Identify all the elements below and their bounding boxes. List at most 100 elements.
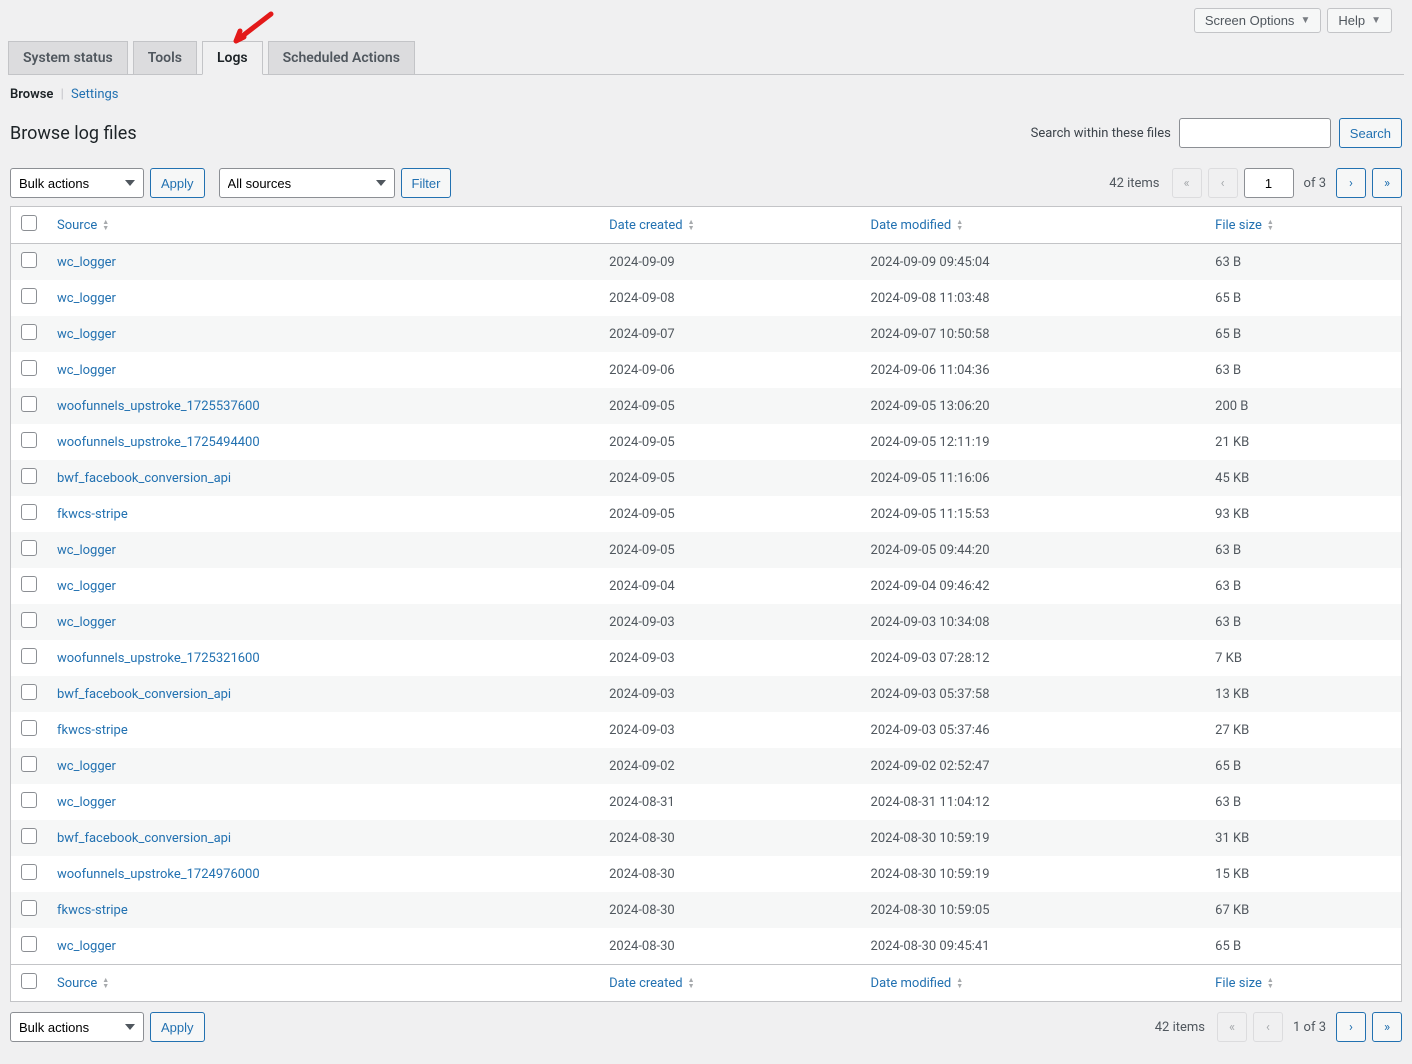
caret-down-icon: ▼ — [1300, 15, 1310, 26]
select-all-checkbox[interactable] — [21, 215, 37, 231]
source-link[interactable]: wc_logger — [57, 939, 116, 954]
source-link[interactable]: woofunnels_upstroke_1725494400 — [57, 435, 260, 450]
column-date-modified[interactable]: Date modified▲▼ — [861, 207, 1206, 244]
source-link[interactable]: fkwcs-stripe — [57, 507, 128, 522]
date-modified-cell: 2024-09-05 13:06:20 — [861, 388, 1206, 424]
row-checkbox[interactable] — [21, 936, 37, 952]
file-size-cell: 67 KB — [1205, 892, 1401, 928]
filter-button[interactable]: Filter — [401, 168, 452, 198]
column-date-modified-footer[interactable]: Date modified▲▼ — [861, 965, 1206, 1002]
date-created-cell: 2024-09-02 — [599, 748, 860, 784]
source-link[interactable]: bwf_facebook_conversion_api — [57, 471, 231, 486]
subnav-browse[interactable]: Browse — [10, 87, 53, 102]
source-link[interactable]: wc_logger — [57, 255, 116, 270]
column-file-size-footer[interactable]: File size▲▼ — [1205, 965, 1401, 1002]
source-link[interactable]: woofunnels_upstroke_1725537600 — [57, 399, 260, 414]
row-checkbox[interactable] — [21, 684, 37, 700]
row-checkbox[interactable] — [21, 720, 37, 736]
source-link[interactable]: wc_logger — [57, 579, 116, 594]
row-checkbox[interactable] — [21, 468, 37, 484]
source-link[interactable]: wc_logger — [57, 363, 116, 378]
date-modified-cell: 2024-09-03 05:37:58 — [861, 676, 1206, 712]
date-modified-cell: 2024-09-07 10:50:58 — [861, 316, 1206, 352]
column-file-size[interactable]: File size▲▼ — [1205, 207, 1401, 244]
row-checkbox[interactable] — [21, 324, 37, 340]
select-all-header[interactable] — [11, 207, 48, 244]
date-created-cell: 2024-09-07 — [599, 316, 860, 352]
file-size-cell: 63 B — [1205, 784, 1401, 820]
sort-icon: ▲▼ — [688, 219, 695, 231]
date-created-cell: 2024-08-30 — [599, 856, 860, 892]
file-size-cell: 63 B — [1205, 532, 1401, 568]
file-size-cell: 63 B — [1205, 568, 1401, 604]
search-label: Search within these files — [1031, 126, 1171, 141]
source-link[interactable]: wc_logger — [57, 543, 116, 558]
row-checkbox[interactable] — [21, 540, 37, 556]
table-row: wc_logger 2024-09-07 2024-09-07 10:50:58… — [11, 316, 1402, 352]
tab-tools[interactable]: Tools — [133, 41, 197, 74]
table-row: fkwcs-stripe 2024-09-03 2024-09-03 05:37… — [11, 712, 1402, 748]
bulk-actions-select-bottom[interactable]: Bulk actions — [10, 1012, 144, 1042]
all-sources-select[interactable]: All sources — [219, 168, 395, 198]
source-link[interactable]: wc_logger — [57, 759, 116, 774]
prev-page-button-bottom: ‹ — [1253, 1012, 1283, 1042]
file-size-cell: 65 B — [1205, 280, 1401, 316]
row-checkbox[interactable] — [21, 396, 37, 412]
apply-button[interactable]: Apply — [150, 168, 205, 198]
date-created-cell: 2024-08-30 — [599, 928, 860, 965]
source-link[interactable]: wc_logger — [57, 291, 116, 306]
row-checkbox[interactable] — [21, 792, 37, 808]
file-size-cell: 93 KB — [1205, 496, 1401, 532]
source-link[interactable]: wc_logger — [57, 795, 116, 810]
row-checkbox[interactable] — [21, 900, 37, 916]
table-row: wc_logger 2024-09-05 2024-09-05 09:44:20… — [11, 532, 1402, 568]
page-input[interactable] — [1244, 168, 1294, 198]
date-modified-cell: 2024-09-03 10:34:08 — [861, 604, 1206, 640]
bulk-actions-select[interactable]: Bulk actions — [10, 168, 144, 198]
page-text-bottom: 1 of 3 — [1293, 1020, 1326, 1035]
search-button[interactable]: Search — [1339, 118, 1402, 148]
source-link[interactable]: woofunnels_upstroke_1725321600 — [57, 651, 260, 666]
column-date-created[interactable]: Date created▲▼ — [599, 207, 860, 244]
row-checkbox[interactable] — [21, 288, 37, 304]
row-checkbox[interactable] — [21, 576, 37, 592]
tab-scheduled-actions[interactable]: Scheduled Actions — [268, 41, 415, 74]
date-modified-cell: 2024-09-02 02:52:47 — [861, 748, 1206, 784]
tab-logs[interactable]: Logs — [202, 41, 263, 75]
source-link[interactable]: fkwcs-stripe — [57, 723, 128, 738]
select-all-footer[interactable] — [11, 965, 48, 1002]
select-all-checkbox-footer[interactable] — [21, 973, 37, 989]
tab-system-status[interactable]: System status — [8, 41, 128, 74]
date-modified-cell: 2024-08-30 10:59:19 — [861, 820, 1206, 856]
first-page-button-bottom: « — [1217, 1012, 1247, 1042]
date-created-cell: 2024-09-05 — [599, 532, 860, 568]
subnav-settings[interactable]: Settings — [71, 87, 118, 102]
apply-button-bottom[interactable]: Apply — [150, 1012, 205, 1042]
next-page-button-bottom[interactable]: › — [1336, 1012, 1366, 1042]
row-checkbox[interactable] — [21, 828, 37, 844]
source-link[interactable]: bwf_facebook_conversion_api — [57, 687, 231, 702]
row-checkbox[interactable] — [21, 504, 37, 520]
column-date-created-footer[interactable]: Date created▲▼ — [599, 965, 860, 1002]
row-checkbox[interactable] — [21, 864, 37, 880]
column-source[interactable]: Source▲▼ — [47, 207, 599, 244]
next-page-button[interactable]: › — [1336, 168, 1366, 198]
row-checkbox[interactable] — [21, 432, 37, 448]
source-link[interactable]: bwf_facebook_conversion_api — [57, 831, 231, 846]
source-link[interactable]: fkwcs-stripe — [57, 903, 128, 918]
help-button[interactable]: Help ▼ — [1327, 8, 1392, 33]
row-checkbox[interactable] — [21, 648, 37, 664]
source-link[interactable]: wc_logger — [57, 615, 116, 630]
row-checkbox[interactable] — [21, 612, 37, 628]
search-input[interactable] — [1179, 118, 1331, 148]
source-link[interactable]: woofunnels_upstroke_1724976000 — [57, 867, 260, 882]
column-source-footer[interactable]: Source▲▼ — [47, 965, 599, 1002]
row-checkbox[interactable] — [21, 360, 37, 376]
last-page-button[interactable]: » — [1372, 168, 1402, 198]
source-link[interactable]: wc_logger — [57, 327, 116, 342]
last-page-button-bottom[interactable]: » — [1372, 1012, 1402, 1042]
row-checkbox[interactable] — [21, 756, 37, 772]
row-checkbox[interactable] — [21, 252, 37, 268]
file-size-cell: 63 B — [1205, 244, 1401, 281]
screen-options-button[interactable]: Screen Options ▼ — [1194, 8, 1322, 33]
